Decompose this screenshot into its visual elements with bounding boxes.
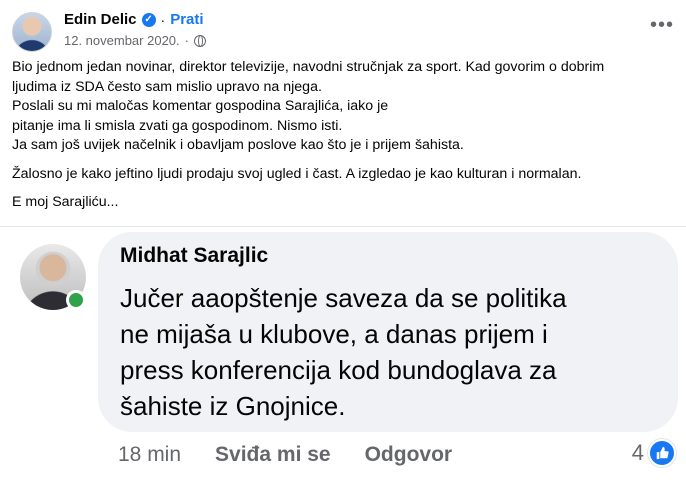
post-header: Edin Delic ✓ · Prati 12. novembar 2020. …	[12, 8, 674, 54]
reply-comment-button: Odgovor	[364, 443, 453, 466]
comment-line: Jučer aaopštenje saveza da se politika	[120, 283, 567, 313]
post-date[interactable]: 12. novembar 2020.	[64, 33, 180, 48]
globe-icon[interactable]	[193, 34, 206, 47]
post-meta: 12. novembar 2020. ·	[64, 33, 206, 48]
comment-text: Jučer aaopštenje saveza da se politika n…	[120, 280, 660, 424]
post-paragraph: Žalosno je kako jeftino ljudi prodaju sv…	[12, 165, 672, 185]
comment-line: press konferencija kod bundoglava za	[120, 355, 557, 385]
author-row: Edin Delic ✓ · Prati	[64, 11, 204, 28]
post-paragraph: E moj Sarajliću...	[12, 193, 672, 213]
separator-dot: ·	[160, 11, 166, 28]
author-avatar[interactable]	[12, 12, 52, 52]
post-body: Bio jednom jedan novinar, direktor telev…	[12, 58, 672, 213]
post-line: Bio jednom jedan novinar, direktor telev…	[12, 59, 605, 75]
reaction-count: 4	[631, 440, 644, 465]
post-paragraph: Bio jednom jedan novinar, direktor telev…	[12, 58, 672, 156]
online-status-indicator	[66, 290, 86, 310]
post-line: pitanje ima li smisla zvati ga gospodino…	[12, 117, 343, 134]
post-line: E moj Sarajliću...	[12, 194, 119, 210]
comment-screenshot: Midhat Sarajlic Jučer aaopštenje saveza …	[0, 226, 686, 486]
post-line: Poslali su mi maločas komentar gospodina…	[12, 98, 389, 114]
comment-bubble: Midhat Sarajlic Jučer aaopštenje saveza …	[98, 232, 678, 432]
comment-line: šahiste iz Gnojnice.	[120, 391, 346, 421]
post-line: Ja sam još uvijek načelnik i obavljam po…	[12, 137, 464, 153]
like-reaction-icon	[648, 439, 676, 467]
verified-badge-icon: ✓	[141, 12, 156, 27]
author-name[interactable]: Edin Delic	[64, 11, 137, 28]
meta-separator: ·	[184, 33, 189, 48]
post-line: Žalosno je kako jeftino ljudi prodaju sv…	[12, 165, 582, 182]
post-line: ljudima iz SDA često sam mislio upravo n…	[12, 78, 322, 95]
follow-button[interactable]: Prati	[170, 11, 203, 28]
comment-time: 18 min	[118, 443, 182, 466]
reaction-summary: 4	[632, 439, 676, 467]
like-comment-button: Sviđa mi se	[215, 443, 331, 466]
comment-actions: 18 min Sviđa mi se Odgovor	[118, 443, 452, 467]
comment-line: ne mijaša u klubove, a danas prijem i	[120, 319, 548, 349]
commenter-name: Midhat Sarajlic	[120, 244, 269, 267]
more-options-icon[interactable]: •••	[650, 14, 674, 37]
